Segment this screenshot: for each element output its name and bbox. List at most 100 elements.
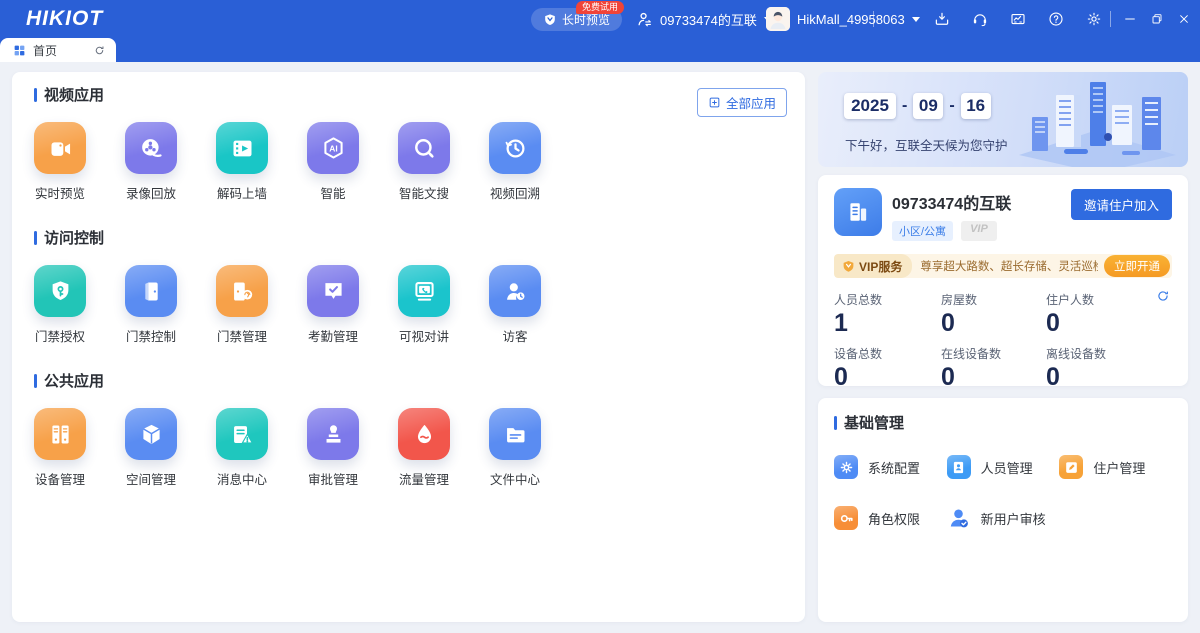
help-icon[interactable]: [1047, 10, 1065, 28]
date-day: 16: [961, 93, 991, 119]
live-view-icon[interactable]: [34, 122, 86, 174]
stat-label: 在线设备数: [941, 345, 1046, 362]
app-intercom[interactable]: 可视对讲: [398, 265, 450, 345]
stat-value: 0: [941, 364, 1046, 392]
community-card: 09733474的互联 小区/公寓 VIP 邀请住户加入 VIP服务 尊享超大路…: [818, 175, 1188, 386]
stat-label: 离线设备数: [1046, 345, 1172, 362]
mgmt-sys-config[interactable]: 系统配置: [834, 455, 947, 479]
account-menu[interactable]: HikMall_49958063: [797, 0, 920, 38]
section-accent-bar: [34, 374, 37, 388]
app-approval[interactable]: 审批管理: [307, 408, 359, 488]
app-label: 访客: [502, 326, 527, 345]
community-name: 09733474的互联: [892, 190, 1011, 214]
mgmt-person-mgmt[interactable]: 人员管理: [947, 455, 1060, 479]
mgmt-role-perm[interactable]: 角色权限: [834, 506, 947, 530]
section-title: 公共应用: [44, 370, 104, 391]
app-door-control[interactable]: 门禁控制: [125, 265, 177, 345]
app-decode-wall[interactable]: 解码上墙: [216, 122, 268, 202]
app-video-backtrack[interactable]: 视频回溯: [489, 122, 541, 202]
visitor-icon[interactable]: [489, 265, 541, 317]
download-icon[interactable]: [933, 10, 951, 28]
vip-service-label: VIP服务: [859, 258, 902, 275]
traffic-icon[interactable]: [398, 408, 450, 460]
stat-label: 设备总数: [834, 345, 941, 362]
vip-shield-icon: [842, 260, 855, 273]
org-switcher[interactable]: 09733474的互联: [636, 0, 772, 38]
section-header: 公共应用: [34, 370, 783, 391]
app-sections: 视频应用实时预览录像回放解码上墙 AI智能智能文搜 视频回溯访问控制门禁授权门禁控制…: [34, 84, 783, 488]
app-device-mgmt[interactable]: 设备管理: [34, 408, 86, 488]
grid-apps-icon: [13, 44, 26, 57]
date-separator: -: [949, 97, 954, 115]
mgmt-resident-mgmt[interactable]: 住户管理: [1059, 455, 1172, 479]
app-space-mgmt[interactable]: 空间管理: [125, 408, 177, 488]
approval-icon[interactable]: [307, 408, 359, 460]
decode-wall-icon[interactable]: [216, 122, 268, 174]
intercom-icon[interactable]: [398, 265, 450, 317]
video-backtrack-icon[interactable]: [489, 122, 541, 174]
close-button[interactable]: [1176, 11, 1192, 27]
all-apps-button[interactable]: 全部应用: [697, 88, 787, 117]
app-traffic[interactable]: 流量管理: [398, 408, 450, 488]
attendance-icon[interactable]: [307, 265, 359, 317]
file-center-icon[interactable]: [489, 408, 541, 460]
basic-management-card: 基础管理 系统配置人员管理住户管理角色权限新用户审核: [818, 398, 1188, 622]
section-header: 视频应用: [34, 84, 783, 105]
stat-label: 房屋数: [941, 291, 1046, 308]
app-smart-search[interactable]: 智能文搜: [398, 122, 450, 202]
app-door-mgmt[interactable]: 门禁管理: [216, 265, 268, 345]
door-control-icon[interactable]: [125, 265, 177, 317]
community-stats: 人员总数1房屋数0住户人数0设备总数0在线设备数0离线设备数0: [834, 291, 1172, 391]
headset-support-icon[interactable]: [971, 10, 989, 28]
org-name: 09733474的互联: [660, 10, 757, 29]
top-bar: HIKIOT 长时预览 免费试用 09733474的互联 HikMall_499…: [0, 0, 1200, 38]
device-monitor-icon[interactable]: [1009, 10, 1027, 28]
door-mgmt-icon[interactable]: [216, 265, 268, 317]
stat-设备总数: 设备总数0: [834, 345, 941, 392]
mgmt-label: 角色权限: [868, 509, 920, 528]
tab-home[interactable]: 首页: [0, 38, 116, 62]
access-auth-icon[interactable]: [34, 265, 86, 317]
smart-search-icon[interactable]: [398, 122, 450, 174]
app-visitor[interactable]: 访客: [489, 265, 541, 345]
app-label: 智能文搜: [399, 183, 449, 202]
user-review-icon: [947, 506, 971, 530]
app-label: 解码上墙: [217, 183, 267, 202]
role-perm-icon: [834, 506, 858, 530]
restore-window-button[interactable]: [1149, 11, 1165, 27]
stat-在线设备数: 在线设备数 0: [941, 345, 1046, 392]
vip-activate-button[interactable]: 立即开通: [1104, 255, 1170, 277]
stat-value: 0: [941, 310, 1046, 338]
tab-home-label: 首页: [33, 42, 86, 59]
ai-icon[interactable]: AI: [307, 122, 359, 174]
date-display: 2025 - 09 - 16: [844, 93, 991, 119]
stat-value: 0: [1046, 364, 1172, 392]
app-label: 流量管理: [399, 469, 449, 488]
mgmt-label: 住户管理: [1093, 458, 1145, 477]
stats-refresh-icon[interactable]: [1156, 289, 1170, 308]
app-file-center[interactable]: 文件中心: [489, 408, 541, 488]
chevron-down-icon: [912, 17, 920, 22]
tab-bar: 首页: [0, 38, 1200, 62]
refresh-icon[interactable]: [93, 44, 106, 57]
free-trial-badge: 免费试用: [576, 1, 624, 14]
app-ai[interactable]: AI智能: [307, 122, 359, 202]
section-header: 访问控制: [34, 227, 783, 248]
settings-gear-icon[interactable]: [1085, 10, 1103, 28]
app-message-center[interactable]: 消息中心: [216, 408, 268, 488]
minimize-button[interactable]: [1122, 11, 1138, 27]
invite-resident-button[interactable]: 邀请住户加入: [1071, 189, 1172, 220]
stat-住户人数: 住户人数0: [1046, 291, 1172, 338]
app-live-view[interactable]: 实时预览: [34, 122, 86, 202]
device-mgmt-icon[interactable]: [34, 408, 86, 460]
mgmt-user-review[interactable]: 新用户审核: [947, 506, 1060, 530]
app-attendance[interactable]: 考勤管理: [307, 265, 359, 345]
avatar[interactable]: [766, 7, 790, 31]
space-mgmt-icon[interactable]: [125, 408, 177, 460]
app-access-auth[interactable]: 门禁授权: [34, 265, 86, 345]
playback-icon[interactable]: [125, 122, 177, 174]
app-playback[interactable]: 录像回放: [125, 122, 177, 202]
stat-人员总数: 人员总数1: [834, 291, 941, 338]
message-center-icon[interactable]: [216, 408, 268, 460]
app-label: 门禁控制: [126, 326, 176, 345]
